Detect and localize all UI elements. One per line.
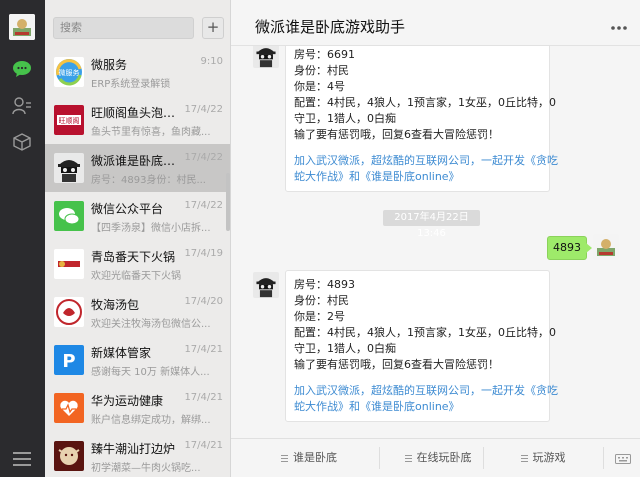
promo-link[interactable]: 加入武汉微派，超炫酷的互联网公司，一起开发《贪吃 — [294, 153, 558, 169]
contacts-icon[interactable] — [11, 95, 33, 117]
bot-avatar[interactable] — [253, 272, 279, 298]
chat-header: 微派谁是卧底游戏助手 — [231, 0, 640, 46]
session-item[interactable]: 牧海汤包 17/4/20 欢迎关注牧海汤包微信公... — [45, 288, 230, 336]
menu-divider — [603, 447, 604, 469]
menu-divider — [379, 447, 380, 469]
session-item[interactable]: 华为运动健康 17/4/21 账户信息绑定成功，解绑... — [45, 384, 230, 432]
menu-divider — [483, 447, 484, 469]
time-divider: 2017年4月22日 13:46 — [383, 210, 480, 239]
session-scrollbar[interactable] — [226, 173, 230, 231]
session-avatar: P — [54, 345, 84, 375]
bubble-tail — [586, 243, 592, 253]
message-bubble[interactable]: 房号：4893 身份：村民 你是：2号 配置：4村民，4狼人，1预言家，1女巫，… — [285, 270, 558, 422]
promo-link[interactable]: 蛇大作战》和《谁是卧底online》 — [294, 169, 541, 185]
session-avatar — [54, 441, 84, 471]
session-avatar — [54, 249, 84, 279]
svg-text:P: P — [62, 351, 75, 372]
session-avatar — [54, 297, 84, 327]
session-item[interactable]: 臻牛潮汕打边炉 17/4/21 初学潮菜—牛肉火锅吃... — [45, 432, 230, 477]
official-account-menu: 谁是卧底 在线玩卧底 玩游戏 — [231, 438, 640, 477]
session-item[interactable]: P 新媒体管家 17/4/21 感谢每天 10万 新媒体人... — [45, 336, 230, 384]
keyboard-toggle-icon[interactable] — [615, 452, 631, 466]
hamburger-menu-icon[interactable] — [13, 452, 31, 466]
my-avatar[interactable] — [9, 14, 35, 40]
message-bubble[interactable]: 房号：6691 身份：村民 你是：4号 配置：4村民，4狼人，1预言家，1女巫，… — [285, 46, 558, 192]
chat-panel: 微派谁是卧底游戏助手 房号：6691 身份：村民 你是：4号 配置：4村民，4狼… — [231, 0, 640, 477]
favorites-cube-icon[interactable] — [11, 131, 33, 153]
bot-avatar[interactable] — [253, 46, 279, 68]
session-avatar — [54, 153, 84, 183]
more-icon[interactable] — [610, 20, 628, 30]
session-avatar: 旺顺阁 — [54, 105, 84, 135]
add-chat-button[interactable]: + — [202, 17, 224, 39]
session-item[interactable]: 微信公众平台 17/4/22 【四季汤泉】微信小店拆... — [45, 192, 230, 240]
message-list: 房号：6691 身份：村民 你是：4号 配置：4村民，4狼人，1预言家，1女巫，… — [231, 46, 640, 438]
session-item[interactable]: 微服务 微服务 9:10 ERP系统登录解锁 — [45, 48, 230, 96]
search-bar: 搜索 + — [53, 17, 230, 39]
session-item[interactable]: 旺顺阁 旺顺阁鱼头泡饼青... 17/4/22 鱼头节里有惊喜，鱼肉藏... — [45, 96, 230, 144]
promo-link[interactable]: 加入武汉微派，超炫酷的互联网公司，一起开发《贪吃 — [294, 383, 558, 399]
svg-text:微服务: 微服务 — [59, 68, 80, 77]
promo-link[interactable]: 蛇大作战》和《谁是卧底online》 — [294, 399, 541, 415]
session-avatar — [54, 201, 84, 231]
nav-rail — [0, 0, 45, 477]
session-item-active[interactable]: 微派谁是卧底游戏... 17/4/22 房号：4893身份：村民... — [45, 144, 230, 192]
chat-title: 微派谁是卧底游戏助手 — [255, 18, 406, 36]
svg-text:旺顺阁: 旺顺阁 — [59, 116, 80, 125]
session-item[interactable]: 青岛番天下火锅 17/4/19 欢迎光临番天下火锅 — [45, 240, 230, 288]
sent-message-bubble[interactable]: 4893 — [547, 236, 587, 260]
search-input[interactable]: 搜索 — [53, 17, 194, 39]
my-message-avatar[interactable] — [593, 234, 619, 260]
chat-icon[interactable] — [11, 58, 33, 80]
session-avatar: 微服务 — [54, 57, 84, 87]
session-list: 搜索 + 微服务 微服务 9:10 ERP系统登录解锁 旺顺阁 旺顺阁鱼头泡饼青… — [45, 0, 231, 477]
menu-button-online-undercover[interactable]: 在线玩卧底 — [383, 439, 493, 477]
session-avatar — [54, 393, 84, 423]
menu-button-play-games[interactable]: 玩游戏 — [493, 439, 593, 477]
menu-button-undercover[interactable]: 谁是卧底 — [249, 439, 369, 477]
